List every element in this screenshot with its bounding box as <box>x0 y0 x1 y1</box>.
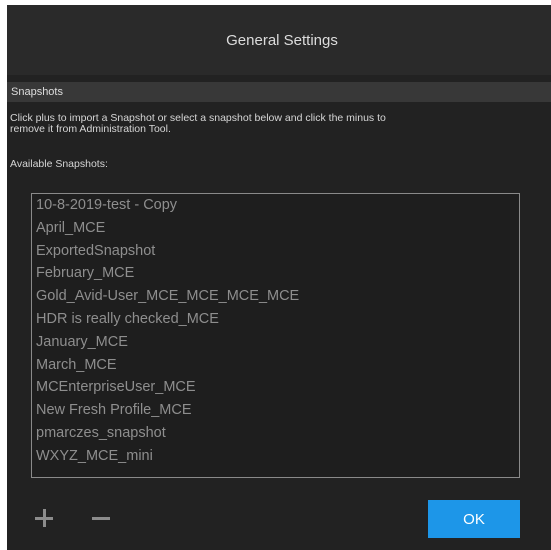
list-item[interactable]: MCEnterpriseUser_MCE <box>32 376 519 399</box>
list-item[interactable]: January_MCE <box>32 331 519 354</box>
list-item[interactable]: Gold_Avid-User_MCE_MCE_MCE_MCE <box>32 285 519 308</box>
instructions-line-2: remove it from Administration Tool. <box>10 123 171 135</box>
remove-snapshot-button[interactable] <box>86 503 116 533</box>
general-settings-dialog: General Settings Snapshots Click plus to… <box>7 5 551 550</box>
list-item[interactable]: ExportedSnapshot <box>32 240 519 263</box>
instructions-text: Click plus to import a Snapshot or selec… <box>10 113 551 135</box>
dialog-title: General Settings <box>226 31 338 49</box>
list-item[interactable]: March_MCE <box>32 354 519 377</box>
list-item[interactable]: 10-8-2019-test - Copy <box>32 194 519 217</box>
plus-icon <box>33 507 55 529</box>
available-snapshots-label: Available Snapshots: <box>10 158 108 170</box>
list-item[interactable]: WXYZ_MCE_mini <box>32 445 519 468</box>
list-item[interactable]: New Fresh Profile_MCE <box>32 399 519 422</box>
ok-button[interactable]: OK <box>428 500 520 538</box>
section-header-snapshots: Snapshots <box>7 82 551 102</box>
add-snapshot-button[interactable] <box>29 503 59 533</box>
dialog-body: Snapshots Click plus to import a Snapsho… <box>7 75 551 550</box>
snapshot-list[interactable]: 10-8-2019-test - Copy April_MCE Exported… <box>31 193 520 478</box>
dialog-titlebar: General Settings <box>7 5 551 75</box>
list-item[interactable]: HDR is really checked_MCE <box>32 308 519 331</box>
minus-icon <box>90 507 112 529</box>
list-item[interactable]: February_MCE <box>32 262 519 285</box>
list-item[interactable]: April_MCE <box>32 217 519 240</box>
list-item[interactable]: pmarczes_snapshot <box>32 422 519 445</box>
